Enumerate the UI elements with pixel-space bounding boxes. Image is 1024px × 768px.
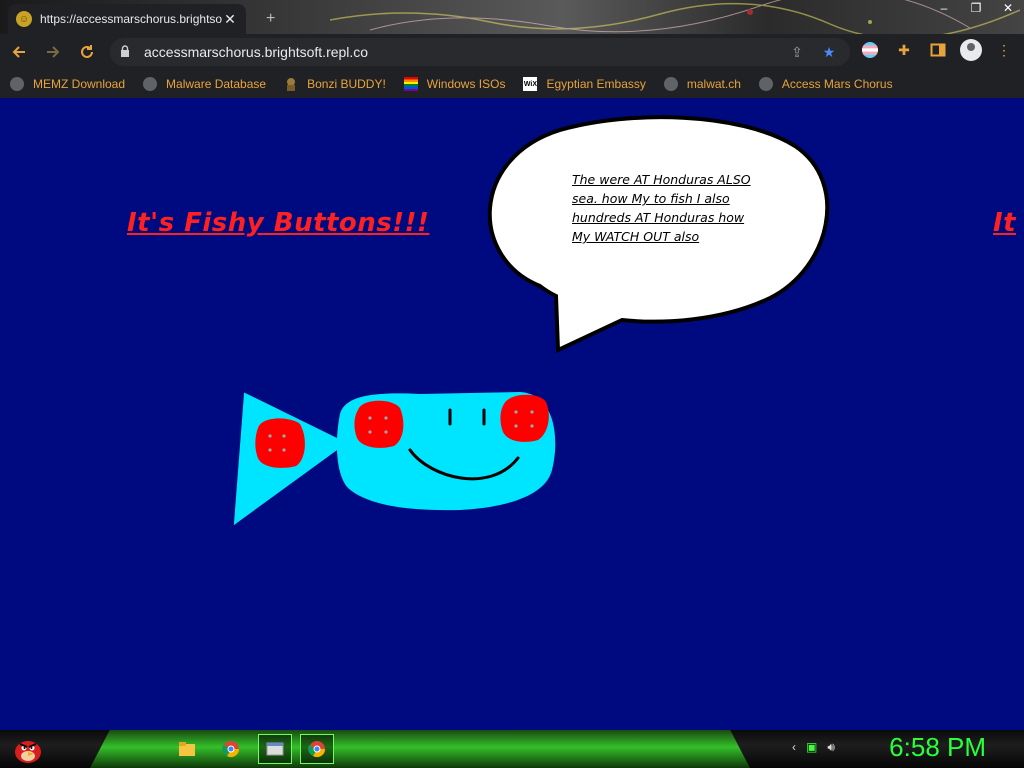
network-icon[interactable]: ▣ [806,740,817,755]
bookmark-label: malwat.ch [686,77,741,91]
fish-button-tail[interactable] [255,418,305,468]
fish-button-left[interactable] [354,400,404,448]
trans-flag-extension-icon[interactable] [858,38,882,62]
reload-icon [81,45,93,58]
toolbar-actions: ✚ ⋮ [858,38,1016,62]
file-explorer-icon [179,742,195,756]
bookmark-egyptian-embassy[interactable]: WiX Egyptian Embassy [523,77,646,91]
chrome-button[interactable] [214,734,248,764]
maximize-button[interactable]: ❐ [960,0,992,18]
tab-title: https://accessmarschorus.brightsoft.repl… [40,12,222,26]
page-drawing [233,115,830,526]
address-bar[interactable]: accessmarschorus.brightsoft.repl.co ⇪ ★ [110,38,850,66]
wix-icon: WiX [523,77,538,91]
globe-icon [758,77,773,91]
lock-icon [120,44,134,60]
back-arrow-icon [12,46,25,58]
share-icon[interactable]: ⇪ [786,44,808,61]
volume-icon[interactable]: 🔊︎ [827,740,835,755]
tab-strip: ☺ https://accessmarschorus.brightsoft.re… [0,0,1024,34]
rainbow-flag-icon [403,77,418,91]
globe-icon [10,77,24,91]
page-content: It's Fishy Buttons!!! It The were AT Hon… [0,98,1024,730]
url-text: accessmarschorus.brightsoft.repl.co [144,44,369,60]
wallpaper-splatter [330,0,1020,34]
profile-avatar[interactable] [960,39,982,61]
chrome-icon [222,741,240,758]
favicon-icon: ☺ [16,11,32,27]
speech-bubble-text: The were AT Honduras ALSO sea. how My to… [572,172,751,244]
window-controls: – ❐ ✕ [928,0,1024,18]
bookmark-access-mars-chorus[interactable]: Access Mars Chorus [758,77,893,91]
start-button[interactable] [8,734,48,764]
bookmark-memz[interactable]: MEMZ Download [10,77,125,91]
browser-toolbar: accessmarschorus.brightsoft.repl.co ⇪ ★ … [0,34,1024,70]
bookmark-label: MEMZ Download [33,77,126,91]
system-tray: ‹ ▣ 🔊︎ [792,740,835,755]
bookmark-malwatch[interactable]: malwat.ch [663,77,741,91]
angry-bird-icon [15,741,41,763]
window-icon [266,742,284,756]
bookmark-label: Windows ISOs [426,77,506,91]
menu-kebab-icon[interactable]: ⋮ [992,38,1016,62]
taskbar: ‹ ▣ 🔊︎ 6:58 PM [0,730,1024,768]
reload-button[interactable] [72,37,102,67]
new-tab-button[interactable]: + [266,10,275,28]
tray-chevron-icon[interactable]: ‹ [792,740,796,755]
bookmark-label: Access Mars Chorus [781,77,893,91]
bookmark-label: Malware Database [166,77,267,91]
file-explorer-button[interactable] [170,734,204,764]
bookmark-bonzi-buddy[interactable]: Bonzi BUDDY! [284,77,386,91]
chrome-active-button[interactable] [300,734,334,764]
browser-tab[interactable]: ☺ https://accessmarschorus.brightsoft.re… [8,4,246,34]
window-button[interactable] [258,734,292,764]
bookmark-label: Bonzi BUDDY! [307,77,386,91]
globe-icon [663,77,678,91]
forward-arrow-icon [47,46,60,58]
side-panel-icon[interactable] [926,38,950,62]
bookmark-label: Egyptian Embassy [546,77,646,91]
globe-icon [143,77,158,91]
bookmark-star-icon[interactable]: ★ [818,44,840,61]
forward-button[interactable] [38,37,68,67]
bookmarks-bar: MEMZ Download Malware Database Bonzi BUD… [0,70,1024,98]
fish-button-right[interactable] [500,394,549,442]
tab-close-icon[interactable]: ✕ [222,11,238,28]
back-button[interactable] [4,37,34,67]
bookmark-malware-database[interactable]: Malware Database [143,77,266,91]
minimize-button[interactable]: – [928,0,960,18]
bonzi-icon [284,77,298,91]
chrome-icon [308,741,326,758]
taskbar-clock[interactable]: 6:58 PM [889,732,986,763]
extensions-puzzle-icon[interactable]: ✚ [892,38,916,62]
close-window-button[interactable]: ✕ [992,0,1024,18]
bookmark-windows-isos[interactable]: Windows ISOs [403,77,506,91]
